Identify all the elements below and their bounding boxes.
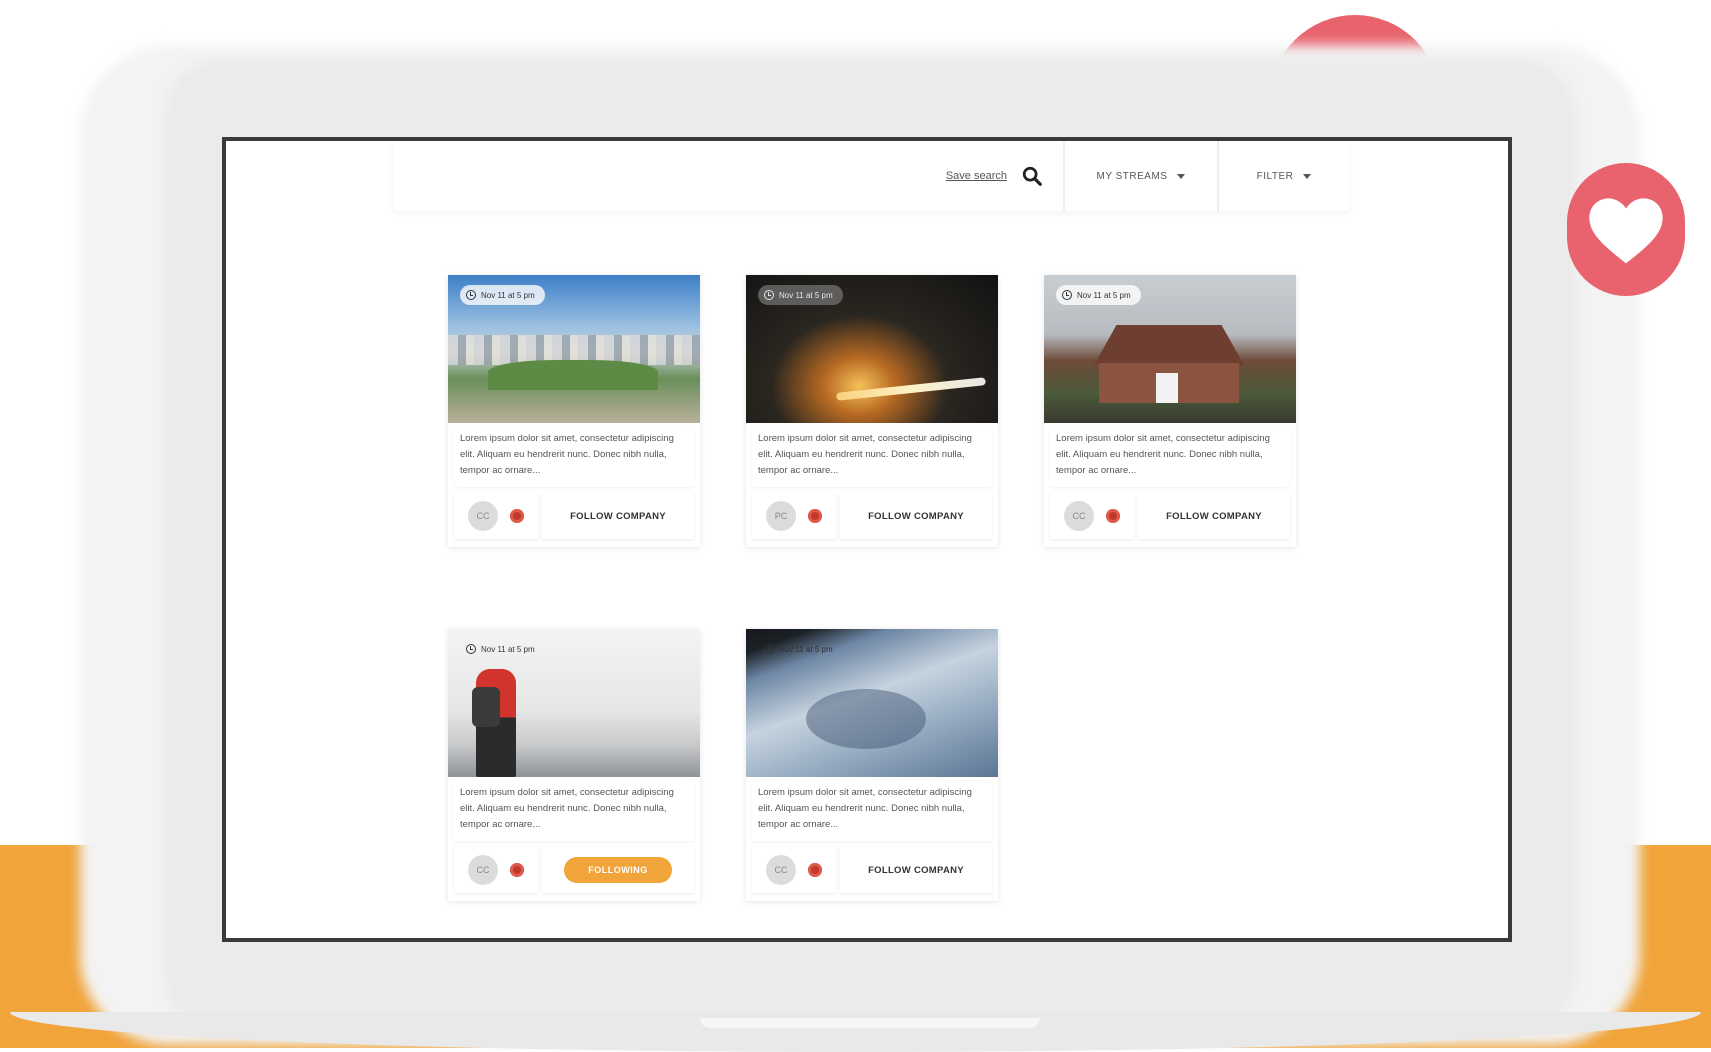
card-footer: CC FOLLOW COMPANY	[454, 493, 694, 539]
avatar[interactable]: CC	[468, 501, 498, 531]
heart-badge	[1567, 163, 1685, 296]
company-info: CC	[454, 493, 538, 539]
company-info: CC	[1050, 493, 1134, 539]
company-logo	[808, 509, 822, 523]
timestamp-badge: Nov 11 at 5 pm	[758, 639, 843, 659]
card-image-brick-house[interactable]: Nov 11 at 5 pm	[1044, 275, 1296, 423]
follow-company-button[interactable]: FOLLOW COMPANY	[564, 510, 672, 523]
card-footer: CC FOLLOW COMPANY	[752, 847, 992, 893]
clock-icon	[466, 644, 476, 654]
follow-area: FOLLOWING	[542, 847, 694, 893]
timestamp-text: Nov 11 at 5 pm	[779, 290, 833, 300]
avatar[interactable]: CC	[1064, 501, 1094, 531]
stream-card: Nov 11 at 5 pm Lorem ipsum dolor sit ame…	[746, 629, 998, 901]
card-description: Lorem ipsum dolor sit amet, consectetur …	[454, 781, 694, 841]
company-logo	[1106, 509, 1120, 523]
search-icon[interactable]	[1021, 165, 1043, 187]
filter-dropdown[interactable]: FILTER	[1217, 141, 1349, 211]
stream-toolbar: Save search MY STREAMS FILTER	[394, 141, 1349, 211]
stream-card: Nov 11 at 5 pm Lorem ipsum dolor sit ame…	[1044, 275, 1296, 547]
follow-company-button[interactable]: FOLLOW COMPANY	[1160, 510, 1268, 523]
company-info: CC	[454, 847, 538, 893]
company-logo	[510, 509, 524, 523]
card-image-city-skyline[interactable]: Nov 11 at 5 pm	[448, 275, 700, 423]
stream-card: Nov 11 at 5 pm Lorem ipsum dolor sit ame…	[448, 275, 700, 547]
follow-area: FOLLOW COMPANY	[840, 493, 992, 539]
card-description: Lorem ipsum dolor sit amet, consectetur …	[454, 427, 694, 487]
timestamp-text: Nov 11 at 5 pm	[779, 644, 833, 654]
card-image-hiker-city-view[interactable]: Nov 11 at 5 pm	[448, 629, 700, 777]
follow-company-button[interactable]: FOLLOW COMPANY	[862, 864, 970, 877]
clock-icon	[764, 290, 774, 300]
card-image-earth-from-space[interactable]: Nov 11 at 5 pm	[746, 629, 998, 777]
timestamp-text: Nov 11 at 5 pm	[481, 644, 535, 654]
avatar[interactable]: CC	[468, 855, 498, 885]
company-logo	[808, 863, 822, 877]
clock-icon	[764, 644, 774, 654]
timestamp-text: Nov 11 at 5 pm	[481, 290, 535, 300]
company-logo	[510, 863, 524, 877]
my-streams-label: MY STREAMS	[1096, 170, 1168, 182]
filter-label: FILTER	[1256, 170, 1294, 182]
clock-icon	[1062, 290, 1072, 300]
card-description: Lorem ipsum dolor sit amet, consectetur …	[752, 781, 992, 841]
my-streams-dropdown[interactable]: MY STREAMS	[1063, 141, 1217, 211]
search-area: Save search	[394, 165, 1063, 187]
timestamp-text: Nov 11 at 5 pm	[1077, 290, 1131, 300]
follow-area: FOLLOW COMPANY	[1138, 493, 1290, 539]
card-image-welder-sparks[interactable]: Nov 11 at 5 pm	[746, 275, 998, 423]
laptop-screen: Save search MY STREAMS FILTER Nov 11 at …	[222, 137, 1512, 942]
follow-company-button[interactable]: FOLLOW COMPANY	[862, 510, 970, 523]
timestamp-badge: Nov 11 at 5 pm	[758, 285, 843, 305]
follow-area: FOLLOW COMPANY	[840, 847, 992, 893]
timestamp-badge: Nov 11 at 5 pm	[460, 285, 545, 305]
save-search-link[interactable]: Save search	[946, 170, 1007, 182]
laptop-notch	[700, 1018, 1040, 1028]
chevron-down-icon	[1303, 173, 1312, 179]
follow-area: FOLLOW COMPANY	[542, 493, 694, 539]
company-info: CC	[752, 847, 836, 893]
card-description: Lorem ipsum dolor sit amet, consectetur …	[1050, 427, 1290, 487]
timestamp-badge: Nov 11 at 5 pm	[1056, 285, 1141, 305]
clock-icon	[466, 290, 476, 300]
timestamp-badge: Nov 11 at 5 pm	[460, 639, 545, 659]
card-footer: CC FOLLOWING	[454, 847, 694, 893]
stream-card: Nov 11 at 5 pm Lorem ipsum dolor sit ame…	[448, 629, 700, 901]
card-footer: CC FOLLOW COMPANY	[1050, 493, 1290, 539]
following-button[interactable]: FOLLOWING	[564, 857, 672, 883]
card-description: Lorem ipsum dolor sit amet, consectetur …	[752, 427, 992, 487]
stream-card: Nov 11 at 5 pm Lorem ipsum dolor sit ame…	[746, 275, 998, 547]
avatar[interactable]: CC	[766, 855, 796, 885]
avatar[interactable]: PC	[766, 501, 796, 531]
heart-icon	[1589, 197, 1663, 263]
chevron-down-icon	[1177, 173, 1186, 179]
company-info: PC	[752, 493, 836, 539]
card-footer: PC FOLLOW COMPANY	[752, 493, 992, 539]
